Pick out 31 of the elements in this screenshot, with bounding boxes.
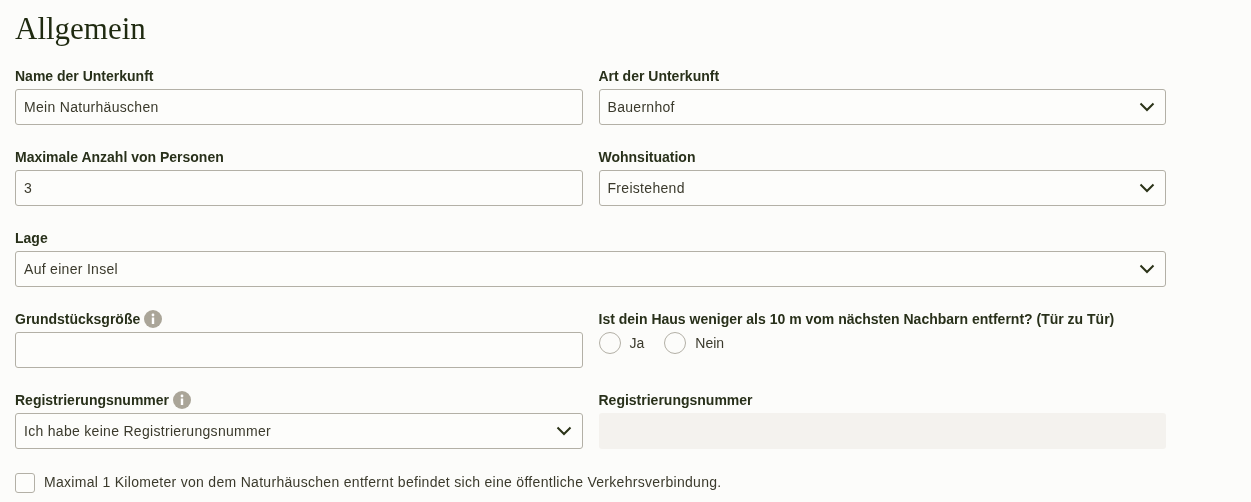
chevron-down-icon xyxy=(1139,102,1155,112)
info-icon[interactable] xyxy=(144,310,163,328)
select-field[interactable]: Bauernhof xyxy=(598,89,1166,125)
select-field[interactable]: Auf einer Insel xyxy=(15,251,1166,287)
field-label: Maximale Anzahl von Personen xyxy=(15,147,224,167)
checkbox-label: Maximal 1 Kilometer von dem Naturhäuschen entfernt befindet sich eine öffentliche Verkehrsverbindung. xyxy=(44,473,722,492)
field-label: Ist dein Haus weniger als 10 m vom nächsten Nachbarn entfernt? (Tür zu Tür) xyxy=(598,309,1115,329)
field-label: Lage xyxy=(15,228,48,248)
field-label: Wohnsituation xyxy=(598,147,696,167)
select-field[interactable]: Freistehend xyxy=(598,170,1166,206)
text-field[interactable]: Mein Naturhäuschen xyxy=(15,89,583,125)
field-label: Name der Unterkunft xyxy=(15,66,154,86)
checkbox[interactable] xyxy=(15,472,35,493)
radio-label: Nein xyxy=(695,333,725,353)
radio-label: Ja xyxy=(629,333,645,353)
select-value: Auf einer Insel xyxy=(24,259,118,279)
select-field[interactable]: Ich habe keine Registrierungsnummer xyxy=(15,413,583,449)
select-value: Ich habe keine Registrierungsnummer xyxy=(24,421,272,441)
chevron-down-icon xyxy=(555,426,572,436)
text-field[interactable]: 3 xyxy=(15,170,583,206)
field-label: Registrierungsnummer xyxy=(598,390,753,410)
text-field[interactable] xyxy=(15,332,583,368)
field-label: Art der Unterkunft xyxy=(598,66,720,86)
select-value: Freistehend xyxy=(607,178,685,198)
field-label: Grundstücksgröße xyxy=(15,309,141,329)
chevron-down-icon xyxy=(1139,264,1155,274)
select-value: Bauernhof xyxy=(607,97,675,117)
info-icon[interactable] xyxy=(173,391,192,409)
chevron-down-icon xyxy=(1139,183,1155,193)
field-label: Registrierungsnummer xyxy=(15,390,170,410)
section-title: Allgemein xyxy=(15,10,147,48)
